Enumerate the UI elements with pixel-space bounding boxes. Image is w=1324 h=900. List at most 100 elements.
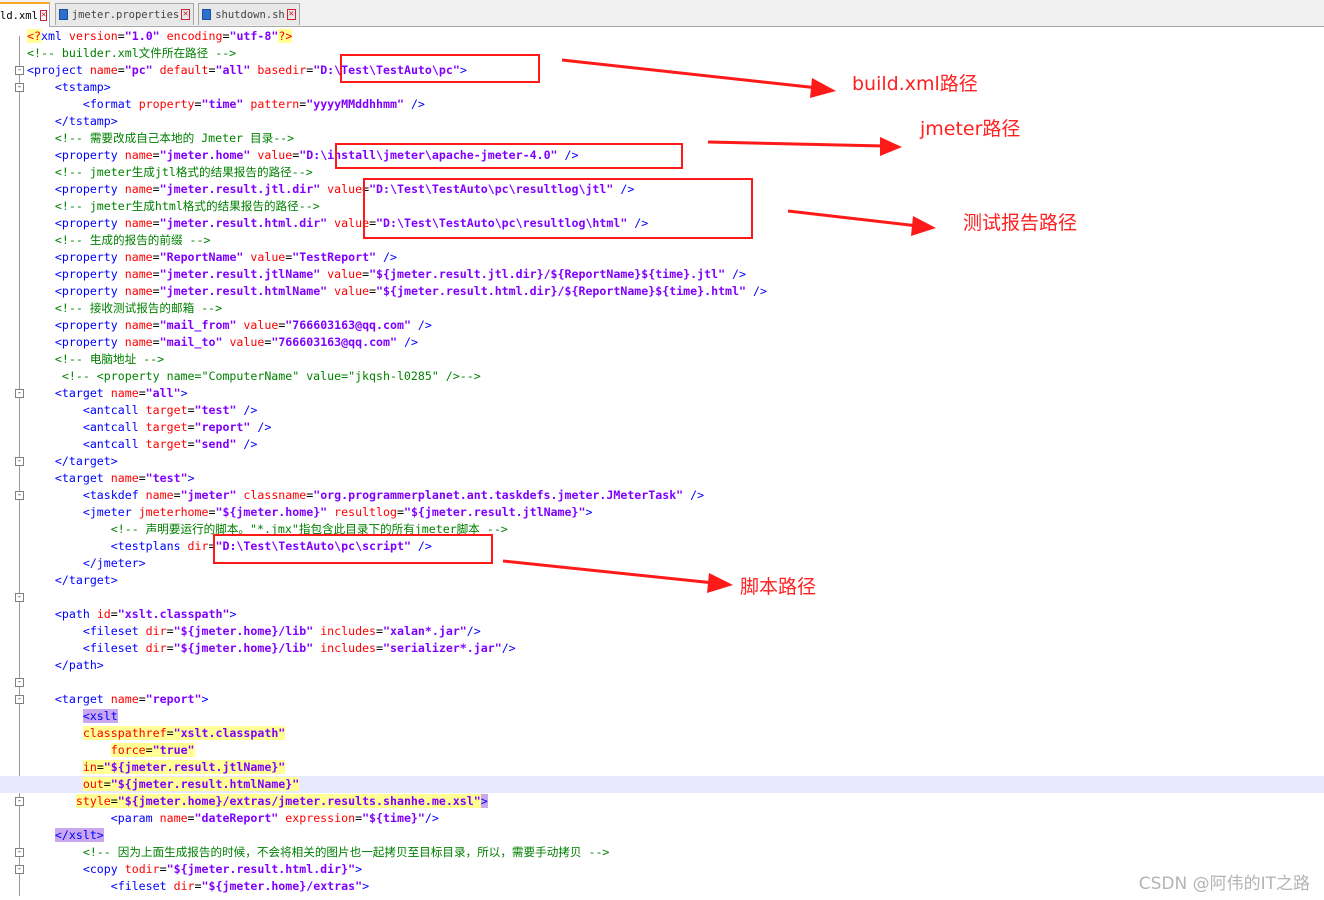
close-icon[interactable]: ✕ — [39, 10, 48, 21]
code-token: /> — [396, 335, 418, 349]
code-line[interactable]: <antcall target="send" /> — [0, 436, 1324, 453]
code-token: /> — [403, 97, 425, 111]
fold-toggle-icon[interactable]: - — [15, 66, 24, 75]
fold-toggle-icon[interactable]: - — [15, 83, 24, 92]
code-line[interactable]: </tstamp> — [0, 113, 1324, 130]
fold-toggle-icon[interactable]: - — [15, 593, 24, 602]
code-line[interactable]: <target name="test"> — [0, 470, 1324, 487]
code-line[interactable]: <!-- builder.xml文件所在路径 --> — [0, 45, 1324, 62]
code-line[interactable]: <!-- <property name="ComputerName" value… — [0, 368, 1324, 385]
code-token: <!-- 因为上面生成报告的时候，不会将相关的图片也一起拷贝至目标目录，所以，需… — [27, 845, 610, 859]
code-token: = — [117, 63, 125, 77]
code-line[interactable]: force="true" — [0, 742, 1324, 759]
code-token: "time" — [201, 97, 244, 111]
fold-toggle-icon[interactable]: - — [15, 695, 24, 704]
code-line[interactable]: out="${jmeter.result.htmlName}" — [0, 776, 1324, 793]
code-token: target — [145, 403, 188, 417]
fold-toggle-icon[interactable]: - — [15, 457, 24, 466]
code-token: default — [152, 63, 209, 77]
code-token: classpathref — [82, 726, 167, 740]
fold-toggle-icon[interactable]: - — [15, 848, 24, 857]
code-line[interactable]: <testplans dir="D:\Test\TestAuto\pc\scri… — [0, 538, 1324, 555]
code-line[interactable]: <target name="all"> - — [0, 385, 1324, 402]
code-token: value — [320, 267, 363, 281]
code-line[interactable]: <antcall target="report" /> — [0, 419, 1324, 436]
code-token: "jmeter.result.html.dir" — [159, 216, 328, 230]
code-line[interactable]: <param name="dateReport" expression="${t… — [0, 810, 1324, 827]
code-token: <? — [27, 29, 41, 43]
code-line[interactable]: <property name="jmeter.result.jtlName" v… — [0, 266, 1324, 283]
fold-toggle-icon[interactable]: - — [15, 797, 24, 806]
code-line[interactable]: style="${jmeter.home}/extras/jmeter.resu… — [0, 793, 1324, 810]
code-line[interactable]: <fileset dir="${jmeter.home}/extras"> — [0, 878, 1324, 895]
code-token: <!-- <property name="ComputerName" value… — [27, 369, 481, 383]
code-line[interactable]: - — [0, 589, 1324, 606]
code-line[interactable]: </jmeter> — [0, 555, 1324, 572]
code-line[interactable]: <fileset dir="${jmeter.home}/lib" includ… — [0, 640, 1324, 657]
code-token: = — [152, 182, 160, 196]
fold-toggle-icon[interactable]: - — [15, 389, 24, 398]
code-text: </target> — [27, 453, 118, 470]
code-token: force — [110, 743, 146, 757]
code-line[interactable]: - — [0, 674, 1324, 691]
code-line[interactable]: <jmeter jmeterhome = "${jmeter.home}" resu… — [0, 504, 1324, 521]
code-token: dir — [173, 879, 195, 893]
code-line[interactable]: <!-- 因为上面生成报告的时候，不会将相关的图片也一起拷贝至目标目录，所以，需… — [0, 844, 1324, 861]
code-token: <!-- builder.xml文件所在路径 --> — [27, 46, 237, 60]
code-line[interactable]: <!-- 声明要运行的脚本。"*.jmx"指包含此目录下的所有jmeter脚本 … — [0, 521, 1324, 538]
close-icon[interactable]: ✕ — [286, 9, 296, 20]
code-token: <!-- 需要改成自己本地的 Jmeter 目录--> — [27, 131, 295, 145]
code-token: "send" — [194, 437, 237, 451]
code-token: name — [124, 216, 153, 230]
code-line[interactable]: <path id="xslt.classpath"> — [0, 606, 1324, 623]
code-line[interactable]: <!-- 电脑地址 --> — [0, 351, 1324, 368]
code-token: "utf-8" — [229, 29, 279, 43]
code-text: </xslt> — [27, 827, 104, 844]
code-token: name — [124, 284, 153, 298]
code-token: = — [194, 97, 202, 111]
code-line[interactable]: <!-- 接收测试报告的邮箱 --> — [0, 300, 1324, 317]
code-text: <tstamp> — [27, 79, 111, 96]
code-token: property — [138, 97, 195, 111]
code-line[interactable]: <tstamp> - — [0, 79, 1324, 96]
tab-jmeter-properties[interactable]: jmeter.properties ✕ — [55, 3, 194, 25]
code-token: "${jmeter.home}/lib" — [173, 641, 314, 655]
code-text: </tstamp> — [27, 113, 118, 130]
code-token: "pc" — [124, 63, 153, 77]
code-line[interactable]: </target> — [0, 572, 1324, 589]
code-line[interactable]: <property name="mail_from" value="766603… — [0, 317, 1324, 334]
code-token: = — [166, 726, 174, 740]
code-text: <antcall target="send" /> — [27, 436, 258, 453]
code-line[interactable]: </xslt> — [0, 827, 1324, 844]
code-line[interactable]: in="${jmeter.result.jtlName}" — [0, 759, 1324, 776]
tab-shutdown-sh[interactable]: shutdown.sh ✕ — [198, 3, 300, 25]
code-line[interactable]: </path> — [0, 657, 1324, 674]
code-line[interactable]: <fileset dir="${jmeter.home}/lib" includ… — [0, 623, 1324, 640]
code-token: value — [320, 182, 363, 196]
code-line[interactable]: <property name="jmeter.result.htmlName" … — [0, 283, 1324, 300]
code-line[interactable]: <target name="report"> - — [0, 691, 1324, 708]
code-text: in="${jmeter.result.jtlName}" — [27, 759, 286, 776]
jmeter-home-highlight-box — [335, 143, 683, 169]
code-token: > — [180, 386, 188, 400]
close-icon[interactable]: ✕ — [181, 9, 190, 20]
code-token: <copy — [27, 862, 125, 876]
fold-toggle-icon[interactable]: - — [15, 865, 24, 874]
code-line[interactable]: </target> - — [0, 453, 1324, 470]
code-line[interactable]: <taskdef name="jmeter" classname="org.pr… — [0, 487, 1324, 504]
code-token: "serializer*.jar" — [383, 641, 502, 655]
code-line[interactable]: <property name="mail_to" value="76660316… — [0, 334, 1324, 351]
code-line[interactable]: <copy todir="${jmeter.result.html.dir}">… — [0, 861, 1324, 878]
code-line[interactable]: <?xml version="1.0" encoding="utf-8"?> — [0, 28, 1324, 45]
code-line[interactable]: <property name="ReportName" value="TestR… — [0, 249, 1324, 266]
code-token: <!-- jmeter生成html格式的结果报告的路径--> — [27, 199, 320, 213]
fold-toggle-icon[interactable]: - — [15, 678, 24, 687]
fold-toggle-icon[interactable]: - — [15, 491, 24, 500]
code-token: resultlog — [327, 505, 397, 519]
code-line[interactable]: <format property="time" pattern="yyyyMMd… — [0, 96, 1324, 113]
code-line[interactable]: classpathref="xslt.classpath" — [0, 725, 1324, 742]
code-line[interactable]: <antcall target="test" /> — [0, 402, 1324, 419]
code-line[interactable]: <project name="pc" default="all" basedir… — [0, 62, 1324, 79]
code-line[interactable]: <xslt — [0, 708, 1324, 725]
tab-build-xml[interactable]: ld.xml ✕ — [0, 2, 50, 27]
